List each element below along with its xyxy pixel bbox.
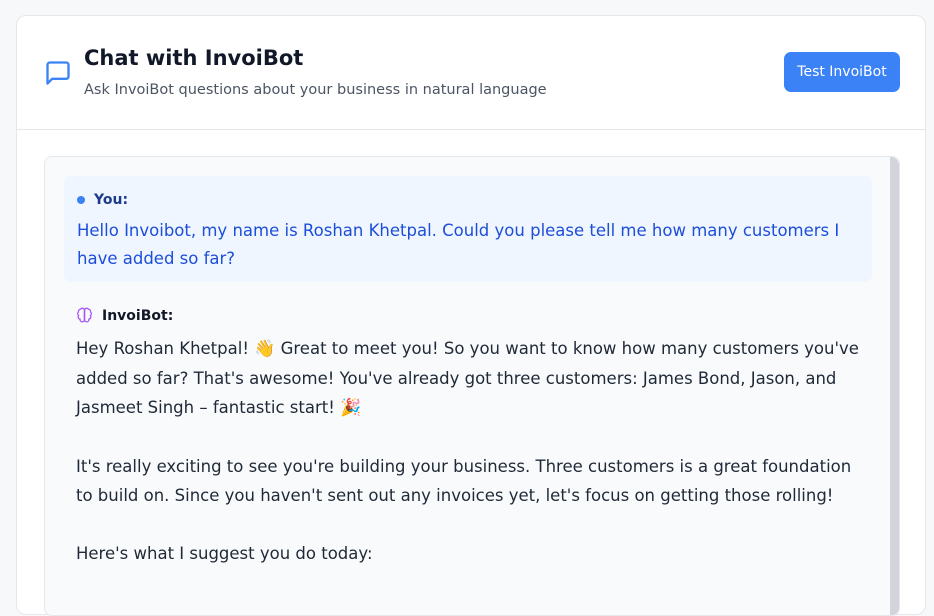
bot-label-text: InvoiBot: <box>102 307 174 324</box>
user-message: You: Hello Invoibot, my name is Roshan K… <box>64 176 872 282</box>
user-label-text: You: <box>94 192 129 208</box>
brain-icon <box>77 307 92 323</box>
blue-dot-icon <box>77 196 85 204</box>
party-popper-emoji: 🎉 <box>340 398 362 418</box>
chat-scrollbar[interactable] <box>890 157 899 615</box>
user-message-text: Hello Invoibot, my name is Roshan Khetpa… <box>77 221 840 268</box>
chat-header: Chat with InvoiBot Ask InvoiBot question… <box>17 16 925 130</box>
bot-message-label: InvoiBot: <box>76 307 173 324</box>
chat-messages-area[interactable]: You: Hello Invoibot, my name is Roshan K… <box>44 156 900 616</box>
bot-text-segment: Hey Roshan Khetpal! <box>76 339 255 358</box>
message-square-icon <box>46 61 70 85</box>
waving-hand-emoji: 👋 <box>254 339 276 359</box>
bot-paragraph-2: It's really exciting to see you're build… <box>76 457 852 505</box>
page-title: Chat with InvoiBot <box>84 46 304 70</box>
test-invoibot-button[interactable]: Test InvoiBot <box>784 52 900 92</box>
chat-card: Chat with InvoiBot Ask InvoiBot question… <box>16 15 926 616</box>
bot-paragraph-1: Hey Roshan Khetpal! 👋 Great to meet you!… <box>76 334 866 423</box>
user-message-label: You: <box>77 192 128 208</box>
bot-message-text: Hey Roshan Khetpal! 👋 Great to meet you!… <box>76 334 866 597</box>
page-subtitle: Ask InvoiBot questions about your busine… <box>84 82 547 98</box>
bot-paragraph-3: Here's what I suggest you do today: <box>76 544 373 563</box>
